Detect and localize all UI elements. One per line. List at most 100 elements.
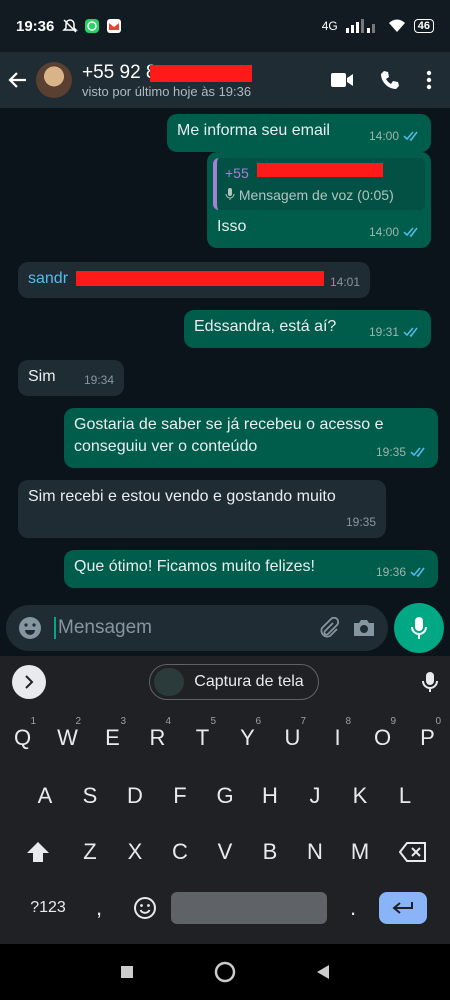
message-time: 14:00 — [368, 225, 399, 239]
key-t[interactable]: T5 — [180, 710, 225, 766]
message-bubble-outgoing[interactable]: Que ótimo! Ficamos muito felizes! 19:36 — [64, 550, 438, 588]
message-bubble-outgoing[interactable]: Gostaria de saber se já recebeu o acesso… — [64, 408, 438, 468]
chat-area[interactable]: Me informa seu email 14:00 +55 Mensagem … — [0, 108, 450, 600]
message-time: 19:34 — [83, 373, 114, 387]
key-y[interactable]: Y6 — [225, 710, 270, 766]
key-b[interactable]: B — [248, 824, 293, 880]
message-text: Edssandra, está aí? — [194, 318, 337, 335]
camera-icon[interactable] — [352, 618, 376, 638]
redaction-mark — [150, 64, 252, 82]
back-nav-icon[interactable] — [316, 964, 330, 980]
double-check-icon — [403, 131, 418, 141]
message-bubble-outgoing[interactable]: Edssandra, está aí? 19:31 — [184, 310, 431, 348]
period-key[interactable]: . — [333, 880, 373, 936]
shift-icon — [26, 842, 49, 862]
last-seen-status: visto por último hoje às 19:36 — [82, 83, 252, 99]
key-m[interactable]: M — [338, 824, 383, 880]
redaction-mark — [76, 271, 324, 286]
enter-icon — [392, 902, 413, 914]
message-bubble-incoming[interactable]: Sim 19:34 — [18, 360, 124, 396]
key-x[interactable]: X — [113, 824, 158, 880]
back-button[interactable] — [0, 70, 36, 90]
key-e[interactable]: E3 — [90, 710, 135, 766]
contact-info[interactable]: +55 92 8 visto por último hoje às 19:36 — [82, 62, 330, 99]
emoji-icon[interactable] — [18, 616, 42, 640]
more-options-icon[interactable] — [426, 70, 432, 90]
emoji-key-icon — [134, 897, 156, 919]
signal-icon — [345, 19, 375, 33]
key-n[interactable]: N — [293, 824, 338, 880]
key-r[interactable]: R4 — [135, 710, 180, 766]
quoted-text: Mensagem de voz (0:05) — [238, 187, 394, 203]
space-bar[interactable] — [171, 892, 327, 924]
keyboard-mic-icon[interactable] — [422, 671, 438, 693]
mic-small-icon — [225, 188, 235, 200]
home-icon[interactable] — [214, 961, 236, 983]
message-text: Isso — [217, 218, 247, 235]
keyboard-expand-button[interactable] — [12, 665, 46, 699]
status-bar: 19:36 4G 46 — [0, 0, 450, 52]
key-f[interactable]: F — [158, 768, 203, 824]
message-time: 19:31 — [368, 325, 399, 339]
key-q[interactable]: Q1 — [0, 710, 45, 766]
message-text: Me informa seu email — [177, 122, 330, 139]
screenshot-suggestion-chip[interactable]: Captura de tela — [149, 664, 319, 700]
double-check-icon — [403, 327, 418, 337]
message-time: 19:35 — [375, 445, 406, 459]
arrow-left-icon — [8, 72, 26, 88]
key-k[interactable]: K — [338, 768, 383, 824]
message-bubble-incoming[interactable]: sandr 14:01 — [18, 262, 370, 298]
backspace-icon — [398, 842, 426, 862]
video-call-icon[interactable] — [330, 71, 354, 89]
contact-avatar[interactable] — [36, 62, 72, 98]
whatsapp-notification-icon — [85, 19, 100, 33]
key-w[interactable]: W2 — [45, 710, 90, 766]
message-bubble-incoming[interactable]: Sim recebi e estou vendo e gostando muit… — [18, 480, 386, 538]
recents-icon[interactable] — [120, 965, 134, 979]
key-z[interactable]: Z — [68, 824, 113, 880]
message-input-bar — [0, 600, 450, 656]
key-a[interactable]: A — [23, 768, 68, 824]
enter-key[interactable] — [379, 892, 427, 924]
key-i[interactable]: I8 — [315, 710, 360, 766]
wifi-icon — [388, 19, 405, 32]
email-link[interactable]: sandr — [28, 270, 68, 287]
voice-call-icon[interactable] — [380, 70, 400, 90]
system-nav-bar — [0, 944, 450, 1000]
quoted-message[interactable]: +55 Mensagem de voz (0:05) — [213, 158, 425, 210]
attach-icon[interactable] — [318, 617, 340, 639]
network-label: 4G — [321, 19, 338, 33]
backspace-key[interactable] — [383, 824, 443, 880]
microphone-icon — [411, 617, 427, 639]
screenshot-thumbnail — [154, 668, 185, 696]
key-h[interactable]: H — [248, 768, 293, 824]
chevron-right-icon — [25, 675, 34, 689]
key-d[interactable]: D — [113, 768, 158, 824]
key-g[interactable]: G — [203, 768, 248, 824]
keyboard-toolbar: Captura de tela — [0, 656, 450, 708]
shift-key[interactable] — [8, 824, 68, 880]
double-check-icon — [410, 447, 425, 457]
key-c[interactable]: C — [158, 824, 203, 880]
status-time: 19:36 — [16, 17, 55, 35]
key-v[interactable]: V — [203, 824, 248, 880]
message-input[interactable] — [54, 617, 306, 639]
key-o[interactable]: O9 — [360, 710, 405, 766]
message-bubble-outgoing[interactable]: Me informa seu email 14:00 — [167, 114, 431, 152]
symbols-key[interactable]: ?123 — [23, 880, 73, 936]
message-text: Gostaria de saber se já recebeu o acesso… — [74, 416, 384, 455]
redaction-mark — [257, 163, 383, 177]
emoji-key[interactable] — [125, 880, 165, 936]
key-p[interactable]: P0 — [405, 710, 450, 766]
message-text: Sim — [28, 368, 56, 385]
key-j[interactable]: J — [293, 768, 338, 824]
mute-icon — [62, 19, 79, 33]
key-l[interactable]: L — [383, 768, 428, 824]
voice-record-button[interactable] — [394, 603, 444, 653]
chat-header: +55 92 8 visto por último hoje às 19:36 — [0, 52, 450, 108]
message-bubble-outgoing[interactable]: +55 Mensagem de voz (0:05) Isso 14:00 — [207, 152, 431, 248]
message-time: 19:36 — [375, 565, 406, 579]
key-u[interactable]: U7 — [270, 710, 315, 766]
comma-key[interactable]: , — [79, 880, 119, 936]
key-s[interactable]: S — [68, 768, 113, 824]
